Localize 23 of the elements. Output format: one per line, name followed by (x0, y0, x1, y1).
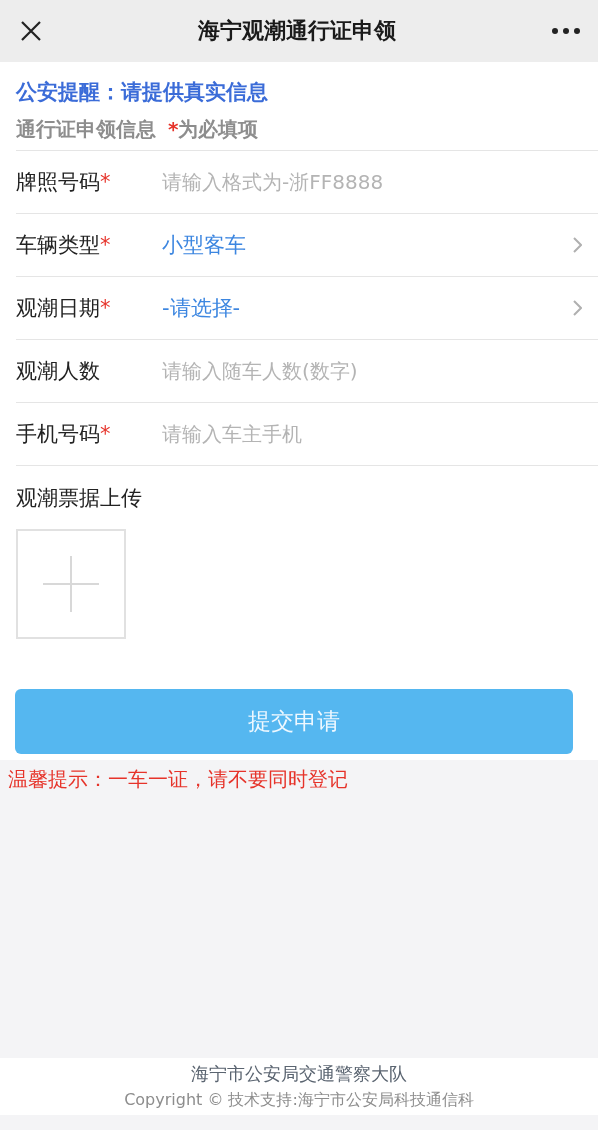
field-label: 观潮人数 (16, 358, 101, 385)
page-title: 海宁观潮通行证申领 (198, 17, 396, 45)
tip-text: 温馨提示：一车一证，请不要同时登记 (7, 766, 349, 793)
more-icon[interactable] (552, 28, 580, 34)
input-field[interactable]: 请输入车主手机 (162, 422, 582, 446)
chevron-right-icon (573, 237, 582, 253)
field-label: 观潮日期* (16, 295, 112, 322)
chevron-right-icon (573, 300, 582, 316)
input-field[interactable]: 请输入格式为-浙FF8888 (162, 170, 582, 194)
field-label: 手机号码* (16, 421, 112, 448)
plus-icon (43, 556, 99, 612)
section-title: 通行证申领信息 (16, 115, 156, 143)
select-field[interactable]: 小型客车 (162, 231, 582, 259)
close-icon[interactable] (20, 20, 42, 42)
select-field[interactable]: -请选择- (162, 294, 582, 322)
field-label: 牌照号码* (16, 169, 112, 196)
copyright-text: Copyright © 技术支持:海宁市公安局科技通信科 (124, 1090, 474, 1111)
notice-text: 公安提醒：请提供真实信息 (15, 79, 269, 104)
required-note: *为必填项 (168, 115, 259, 143)
input-field[interactable]: 请输入随车人数(数字) (162, 359, 582, 383)
field-label: 车辆类型* (16, 232, 112, 259)
footer-org: 海宁市公安局交通警察大队 (191, 1062, 407, 1086)
submit-button[interactable]: 提交申请 (15, 689, 573, 754)
